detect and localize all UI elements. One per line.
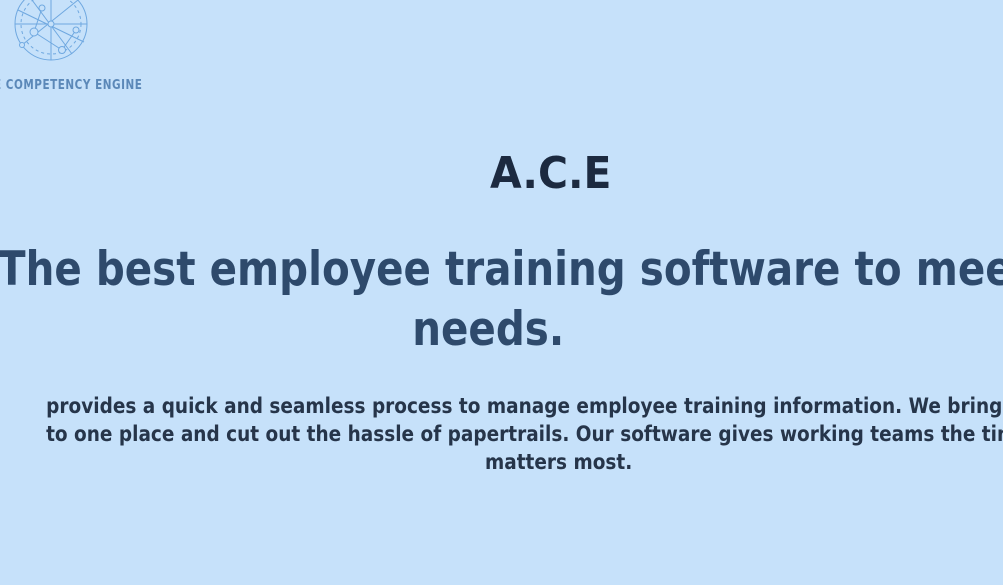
logo-text[interactable]: E COMPETENCY ENGINE (0, 77, 142, 93)
hero-description: provides a quick and seamless process to… (0, 392, 1003, 476)
hero-description-line1: provides a quick and seamless process to… (46, 394, 1003, 418)
landing-page: E COMPETENCY ENGINE A.C.E The best emplo… (0, 0, 1003, 585)
hero-description-line3: matters most. (484, 450, 633, 474)
brand-title: A.C.E (490, 148, 612, 199)
hero-description-line2: to one place and cut out the hassle of p… (46, 422, 1003, 446)
hero-headline-line2: needs. (412, 302, 565, 357)
hero-headline: The best employee training software to m… (0, 240, 1003, 360)
network-globe-icon[interactable] (12, 0, 90, 64)
hero-headline-line1: The best employee training software to m… (0, 242, 1003, 297)
